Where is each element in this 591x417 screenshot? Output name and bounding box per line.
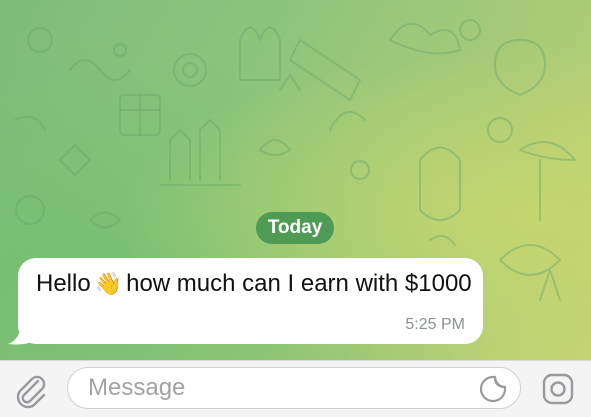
message-text: Hello 👋 how much can I earn with $1000 [36, 267, 476, 300]
message-timestamp: 5:25 PM [405, 316, 465, 333]
camera-icon[interactable] [540, 371, 576, 407]
message-composer [0, 360, 591, 417]
incoming-message-bubble[interactable]: Hello 👋 how much can I earn with $1000 5:2… [18, 258, 483, 344]
date-separator: Today [256, 212, 334, 244]
paperclip-icon[interactable] [12, 371, 50, 409]
message-input[interactable] [67, 367, 521, 409]
chat-screen: Today Hello 👋 how much can I earn with $10… [0, 0, 591, 417]
message-greeting: Hello [36, 270, 91, 297]
sticker-icon[interactable] [478, 374, 508, 404]
message-body: how much can I earn with $1000 [126, 270, 472, 297]
waving-hand-emoji: 👋 [94, 271, 123, 296]
